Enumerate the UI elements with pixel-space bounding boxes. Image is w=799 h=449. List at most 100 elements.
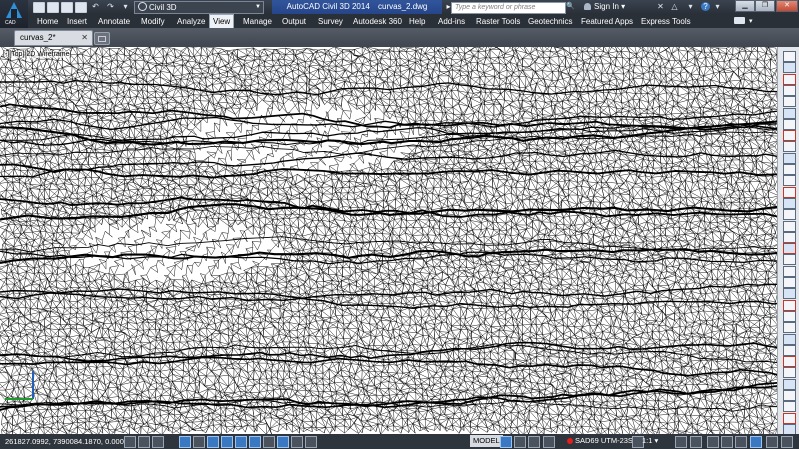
right-toolbar-tool-icon[interactable] bbox=[783, 107, 796, 119]
ribbon-minimize-icon[interactable] bbox=[734, 17, 745, 24]
dropdown-icon[interactable]: ▾ bbox=[686, 2, 695, 11]
warning-icon[interactable]: △ bbox=[670, 2, 679, 11]
right-toolbar-tool-icon[interactable] bbox=[783, 231, 796, 243]
dynamic-ucs-icon[interactable] bbox=[235, 436, 247, 448]
tab-add-ins[interactable]: Add-ins bbox=[435, 15, 468, 28]
close-icon[interactable]: ✕ bbox=[81, 31, 88, 45]
help-dropdown-icon[interactable]: ▾ bbox=[713, 2, 722, 11]
selection-cycling-icon[interactable] bbox=[305, 436, 317, 448]
infer-constraints-icon[interactable] bbox=[124, 436, 136, 448]
right-toolbar-tool-icon[interactable] bbox=[783, 152, 796, 164]
drawing-canvas[interactable]: [-][Top][2D Wireframe] bbox=[0, 47, 777, 434]
right-toolbar-tool-icon[interactable] bbox=[783, 277, 796, 288]
tab-modify[interactable]: Modify bbox=[138, 15, 168, 28]
3d-object-snap-icon[interactable] bbox=[207, 436, 219, 448]
layout-icon[interactable] bbox=[514, 436, 526, 448]
right-toolbar-tool-icon[interactable] bbox=[783, 62, 796, 74]
right-toolbar-tool-icon[interactable] bbox=[783, 322, 796, 334]
model-space-toggle[interactable]: MODEL bbox=[470, 435, 503, 447]
minimize-button[interactable]: ▁ bbox=[735, 0, 755, 12]
snap-mode-icon[interactable] bbox=[138, 436, 150, 448]
quick-access-dropdown-icon[interactable]: ▾ bbox=[121, 2, 130, 11]
tab-home[interactable]: Home bbox=[34, 15, 61, 28]
tab-analyze[interactable]: Analyze bbox=[174, 15, 208, 28]
tab-survey[interactable]: Survey bbox=[315, 15, 346, 28]
undo-icon[interactable]: ↶ bbox=[91, 2, 100, 11]
new-file-icon[interactable] bbox=[33, 2, 45, 13]
right-toolbar-tool-icon[interactable] bbox=[783, 344, 796, 356]
right-toolbar-tool-icon[interactable] bbox=[783, 412, 796, 424]
redo-icon[interactable]: ↷ bbox=[106, 2, 115, 11]
transparency-icon[interactable] bbox=[277, 436, 289, 448]
quick-view-icon[interactable] bbox=[543, 436, 555, 448]
save-icon[interactable] bbox=[61, 2, 73, 13]
tab-view[interactable]: View bbox=[209, 14, 235, 28]
viewport-controls-label[interactable]: [-][Top][2D Wireframe] bbox=[3, 51, 72, 58]
object-snap-icon[interactable] bbox=[193, 436, 205, 448]
tab-output[interactable]: Output bbox=[279, 15, 309, 28]
settings-gear-icon[interactable] bbox=[707, 436, 719, 448]
right-toolbar-tool-icon[interactable] bbox=[783, 333, 796, 345]
right-toolbar-tool-icon[interactable] bbox=[783, 96, 796, 108]
help-icon[interactable]: ? bbox=[701, 2, 710, 11]
right-toolbar-tool-icon[interactable] bbox=[783, 164, 796, 175]
search-icon[interactable]: 🔍 bbox=[566, 2, 575, 10]
right-toolbar-tool-icon[interactable] bbox=[783, 84, 796, 96]
right-toolbar-tool-icon[interactable] bbox=[783, 356, 796, 368]
workspace-switching-icon[interactable] bbox=[690, 436, 702, 448]
clean-screen-icon[interactable] bbox=[766, 436, 778, 448]
right-toolbar-tool-icon[interactable] bbox=[783, 390, 796, 401]
tab-annotate[interactable]: Annotate bbox=[95, 15, 133, 28]
quick-properties-icon[interactable] bbox=[291, 436, 303, 448]
tab-featured-apps[interactable]: Featured Apps bbox=[578, 15, 636, 28]
annotation-scale[interactable]: 1:1 ▾ bbox=[642, 435, 658, 447]
layout-2-icon[interactable] bbox=[528, 436, 540, 448]
polar-tracking-icon[interactable] bbox=[179, 436, 191, 448]
right-toolbar-tool-icon[interactable] bbox=[783, 401, 796, 413]
right-toolbar-tool-icon[interactable] bbox=[783, 118, 796, 130]
viewcube-navigation[interactable] bbox=[712, 95, 750, 207]
right-toolbar-tool-icon[interactable] bbox=[783, 220, 796, 232]
tab-express-tools[interactable]: Express Tools bbox=[638, 15, 694, 28]
right-toolbar-tool-icon[interactable] bbox=[783, 378, 796, 390]
right-toolbar-tool-icon[interactable] bbox=[783, 299, 796, 311]
open-file-icon[interactable] bbox=[47, 2, 59, 13]
right-toolbar-tool-icon[interactable] bbox=[783, 141, 796, 153]
lock-ui-icon[interactable] bbox=[721, 436, 733, 448]
tab-geotechnics[interactable]: Geotechnics bbox=[525, 15, 575, 28]
tab-raster-tools[interactable]: Raster Tools bbox=[473, 15, 523, 28]
right-toolbar-tool-icon[interactable] bbox=[783, 367, 796, 379]
sign-in-button[interactable]: Sign In ▾ bbox=[584, 1, 625, 13]
right-toolbar-tool-icon[interactable] bbox=[783, 288, 796, 300]
right-toolbar-tool-icon[interactable] bbox=[783, 130, 796, 142]
new-drawing-tab-button[interactable] bbox=[94, 32, 110, 45]
search-input[interactable]: Type a keyword or phrase bbox=[451, 2, 566, 14]
right-toolbar-tool-icon[interactable] bbox=[783, 310, 796, 322]
right-toolbar-tool-icon[interactable] bbox=[783, 73, 796, 85]
right-toolbar-tool-icon[interactable] bbox=[783, 186, 796, 198]
grid-display-icon[interactable] bbox=[152, 436, 164, 448]
file-tab[interactable]: curvas_2* ✕ bbox=[14, 30, 93, 46]
ribbon-minimize-dropdown-icon[interactable]: ▾ bbox=[746, 15, 756, 28]
isolate-objects-icon[interactable] bbox=[735, 436, 747, 448]
model-tab-icon[interactable] bbox=[500, 436, 512, 448]
right-toolbar-tool-icon[interactable] bbox=[783, 51, 796, 62]
tab-help[interactable]: Help bbox=[406, 15, 428, 28]
right-toolbar-tool-icon[interactable] bbox=[783, 243, 796, 255]
close-button[interactable]: ✕ bbox=[776, 0, 798, 12]
right-toolbar-tool-icon[interactable] bbox=[783, 209, 796, 221]
coordinate-system-label[interactable]: SAD69 UTM-23S bbox=[575, 435, 633, 447]
right-toolbar-tool-icon[interactable] bbox=[783, 254, 796, 266]
dynamic-input-icon[interactable] bbox=[249, 436, 261, 448]
restore-button[interactable]: ❐ bbox=[755, 0, 775, 12]
workspace-selector[interactable]: Civil 3D ▼ bbox=[134, 1, 264, 14]
status-menu-icon[interactable] bbox=[781, 436, 793, 448]
exchange-x-icon[interactable]: ✕ bbox=[656, 2, 665, 11]
object-snap-tracking-icon[interactable] bbox=[221, 436, 233, 448]
tab-manage[interactable]: Manage bbox=[240, 15, 275, 28]
tab-insert[interactable]: Insert bbox=[64, 15, 90, 28]
tab-autodesk-360[interactable]: Autodesk 360 bbox=[350, 15, 405, 28]
right-toolbar-tool-icon[interactable] bbox=[783, 175, 796, 187]
application-menu-button[interactable]: CAD bbox=[0, 0, 28, 30]
right-toolbar-tool-icon[interactable] bbox=[783, 265, 796, 277]
